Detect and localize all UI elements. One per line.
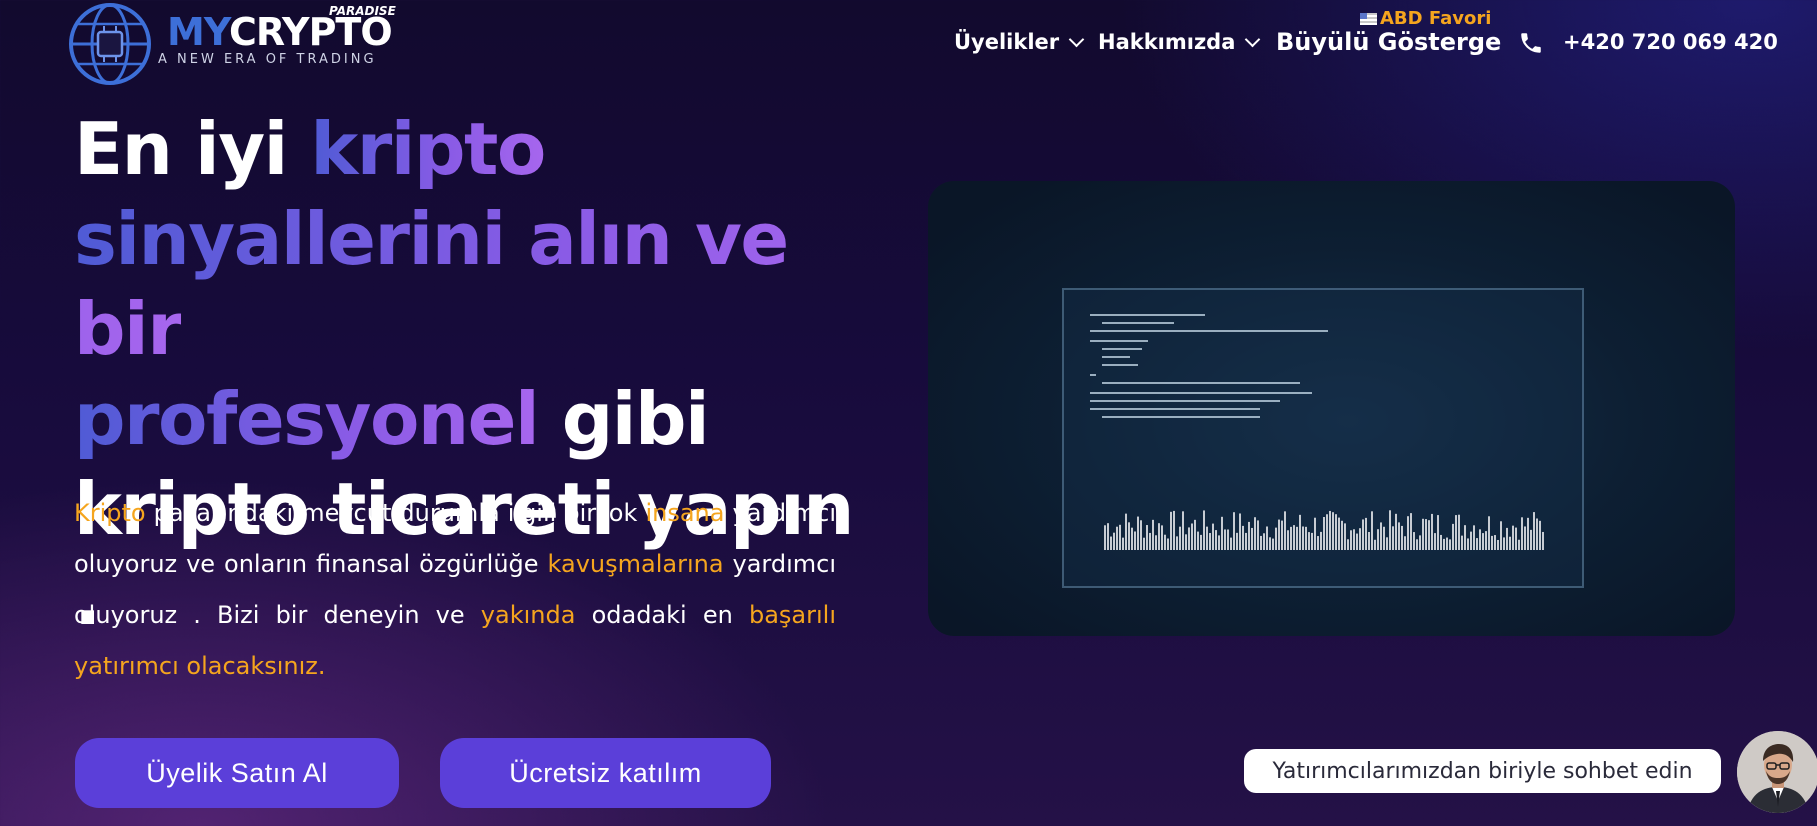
brand-name-my: MY	[167, 10, 230, 54]
highlight-text: insana	[645, 499, 725, 527]
nav-item-indicator[interactable]: Büyülü Gösterge	[1276, 24, 1501, 60]
nav-indicator-label: Büyülü Gösterge	[1276, 28, 1502, 56]
headline-accent: kripto	[310, 107, 546, 191]
chat-prompt-label: Yatırımcılarımızdan biriyle sohbet edin	[1272, 758, 1693, 784]
brand-name: MYCRYPTO	[167, 10, 393, 54]
headline-white: En iyi	[74, 107, 311, 191]
description-text: pazarındaki mevcut durumla ilgili birçok	[145, 499, 646, 527]
globe-circuit-icon	[69, 3, 151, 85]
nav-item-uyelikler[interactable]: Üyelikler	[954, 24, 1085, 60]
hero-description: Kripto pazarındaki mevcut durumla ilgili…	[74, 488, 836, 692]
highlight-text: yakında	[480, 601, 576, 629]
brand-logo[interactable]: PARADISE MYCRYPTO A NEW ERA OF TRADING	[68, 0, 398, 86]
nav-item-label: Hakkımızda	[1098, 30, 1236, 54]
highlight-text: Kripto	[74, 499, 146, 527]
headline-white: gibi	[538, 377, 710, 461]
hero-video[interactable]	[928, 181, 1735, 636]
nav-item-label: Üyelikler	[954, 30, 1060, 54]
avatar[interactable]	[1737, 731, 1817, 813]
code-screen-visual	[1062, 288, 1584, 588]
nav-item-hakkimizda[interactable]: Hakkımızda	[1098, 24, 1261, 60]
free-join-button[interactable]: Ücretsiz katılım	[440, 738, 771, 808]
person-avatar-icon	[1737, 731, 1817, 813]
phone-icon	[1521, 33, 1541, 53]
chevron-down-icon	[1068, 31, 1085, 47]
brand-name-crypto: CRYPTO	[228, 10, 393, 54]
headline-accent: sinyallerini alın ve bir	[74, 197, 789, 371]
phone-number-label: +420 720 069 420	[1563, 30, 1778, 54]
us-flag-icon	[1360, 12, 1377, 25]
headline-accent: profesyonel	[74, 377, 540, 461]
chevron-down-icon	[1245, 31, 1261, 47]
waveform-visual	[1104, 510, 1544, 550]
brand-tagline: A NEW ERA OF TRADING	[158, 52, 377, 67]
chat-prompt[interactable]: Yatırımcılarımızdan biriyle sohbet edin	[1244, 749, 1721, 793]
buy-membership-button[interactable]: Üyelik Satın Al	[75, 738, 399, 808]
description-text: odadaki en	[575, 601, 749, 629]
highlight-text: kavuşmalarına	[547, 550, 724, 578]
phone-number[interactable]: +420 720 069 420	[1563, 24, 1778, 60]
